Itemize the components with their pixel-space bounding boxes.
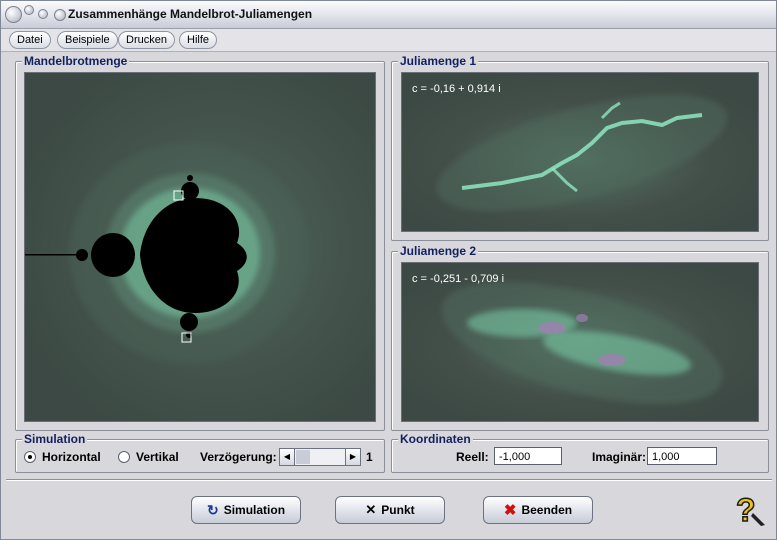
svg-text:?: ?	[736, 492, 756, 527]
scroll-thumb[interactable]	[296, 450, 310, 464]
imaginaer-label: Imaginär:	[592, 450, 647, 464]
reell-input[interactable]: -1,000	[494, 447, 562, 465]
mandelbrot-canvas[interactable]	[24, 72, 376, 422]
delay-value: 1	[366, 450, 373, 464]
vertical-radio[interactable]	[118, 451, 130, 463]
julia2-group-label: Juliamenge 2	[398, 244, 479, 258]
julia1-canvas: c = -0,16 + 0,914 i	[401, 72, 759, 232]
menu-hilfe[interactable]: Hilfe	[179, 31, 218, 49]
punkt-button[interactable]: ✕ Punkt	[335, 496, 445, 524]
close-window-button[interactable]	[5, 6, 22, 23]
julia1-group-label: Juliamenge 1	[398, 54, 479, 68]
simulation-button-label: Simulation	[223, 503, 286, 517]
julia2-image	[402, 263, 758, 421]
crosshair-icon: ✕	[365, 502, 377, 517]
refresh-icon: ↻	[206, 501, 219, 518]
mandelbrot-group: Mandelbrotmenge	[15, 54, 385, 431]
koordinaten-group: Koordinaten Reell: -1,000 Imaginär: 1,00…	[391, 432, 769, 473]
julia2-group: Juliamenge 2 c = -0,251 - 0,709 i	[391, 244, 769, 431]
title-bar: Zusammenhänge Mandelbrot-Juliamengen	[1, 1, 776, 29]
menu-drucken[interactable]: Drucken	[118, 31, 175, 49]
window-title: Zusammenhänge Mandelbrot-Juliamengen	[68, 7, 313, 21]
app-window: Zusammenhänge Mandelbrot-Juliamengen Dat…	[0, 0, 777, 540]
beenden-button[interactable]: ✖ Beenden	[483, 496, 593, 524]
julia1-group: Juliamenge 1 c = -0,16 + 0,914 i	[391, 54, 769, 241]
window-menu-button[interactable]	[54, 9, 66, 21]
simulation-group: Simulation Horizontal Vertikal Verzögeru…	[15, 432, 385, 473]
simulation-button[interactable]: ↻ Simulation	[191, 496, 301, 524]
koordinaten-group-label: Koordinaten	[398, 432, 473, 446]
menu-bar: Datei Beispiele Drucken Hilfe	[1, 29, 776, 52]
julia1-param: c = -0,16 + 0,914 i	[412, 83, 501, 95]
delay-scrollbar[interactable]: ◀ ▶	[279, 448, 361, 466]
close-x-icon: ✖	[503, 502, 517, 519]
punkt-button-label: Punkt	[381, 503, 415, 517]
reell-label: Reell:	[456, 450, 489, 464]
help-icon[interactable]: ?	[733, 491, 767, 529]
scroll-left-icon[interactable]: ◀	[280, 449, 295, 465]
horizontal-radio[interactable]	[24, 451, 36, 463]
julia2-canvas: c = -0,251 - 0,709 i	[401, 262, 759, 422]
julia1-image	[402, 73, 758, 231]
simulation-group-label: Simulation	[22, 432, 88, 446]
maximize-window-button[interactable]	[38, 9, 48, 19]
imaginaer-input[interactable]: 1,000	[647, 447, 717, 465]
mandelbrot-image	[25, 73, 375, 421]
vertical-label: Vertikal	[136, 450, 179, 464]
mandelbrot-group-label: Mandelbrotmenge	[22, 54, 130, 68]
menu-datei[interactable]: Datei	[9, 31, 51, 49]
minimize-window-button[interactable]	[24, 5, 34, 15]
julia2-param: c = -0,251 - 0,709 i	[412, 273, 505, 285]
bottom-divider	[6, 479, 772, 481]
horizontal-label: Horizontal	[42, 450, 101, 464]
delay-label: Verzögerung:	[200, 450, 277, 464]
beenden-button-label: Beenden	[521, 503, 573, 517]
scroll-right-icon[interactable]: ▶	[345, 449, 360, 465]
menu-beispiele[interactable]: Beispiele	[57, 31, 118, 49]
